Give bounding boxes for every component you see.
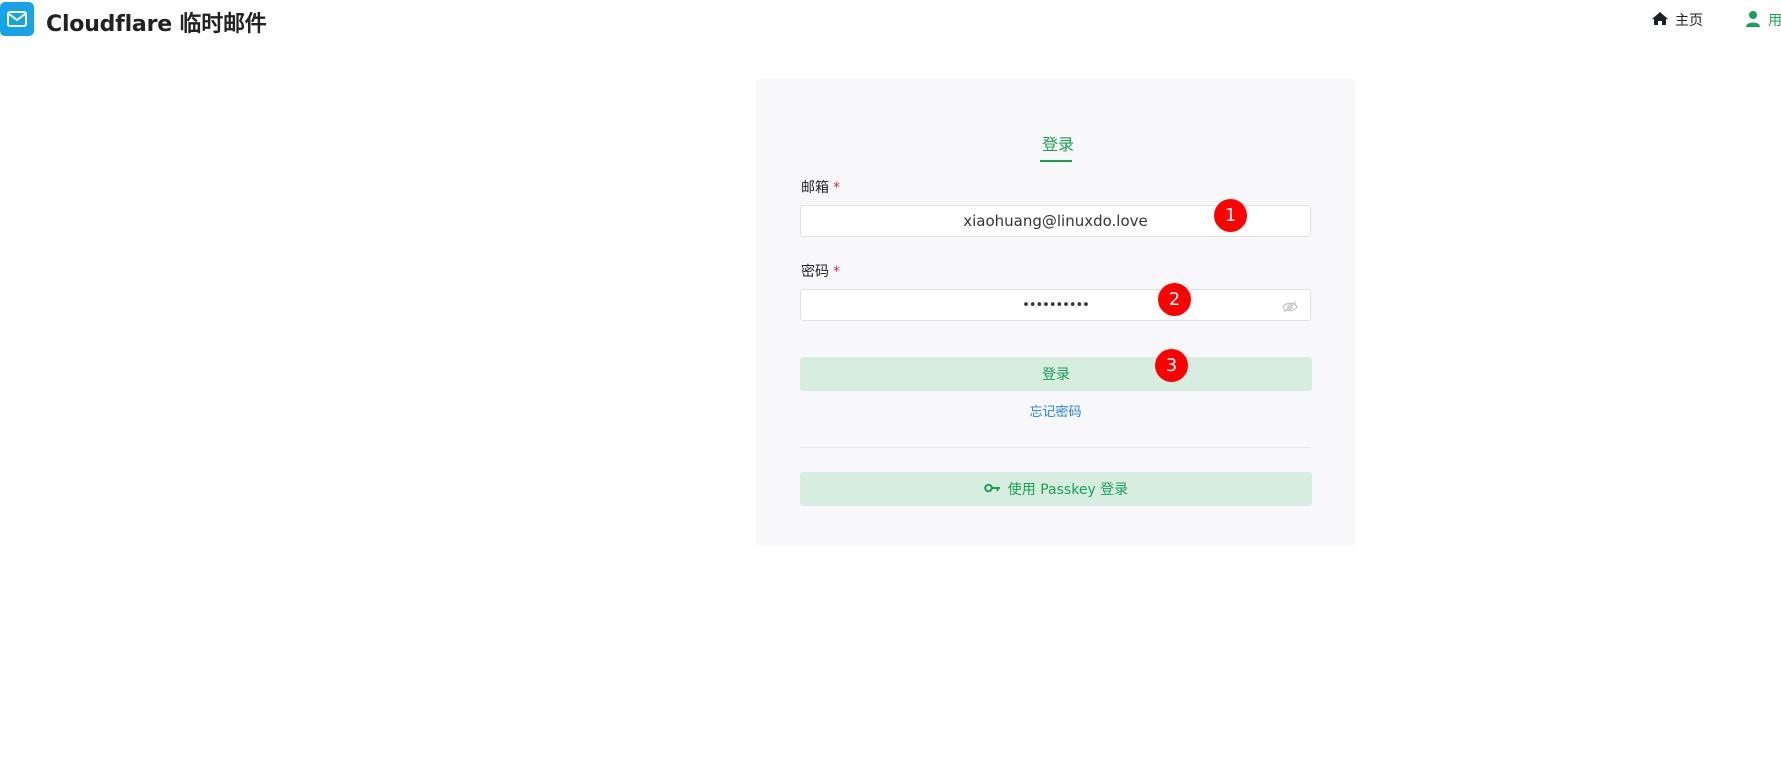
nav-home-label: 主页 [1675, 13, 1703, 29]
required-mark: * [833, 264, 840, 280]
login-button-label: 登录 [1042, 367, 1070, 383]
password-label-text: 密码 [801, 264, 829, 280]
top-header: Cloudflare 临时邮件 主页 用 [0, 0, 1781, 40]
step-badge-3: 3 [1155, 349, 1188, 382]
nav-home-link[interactable]: 主页 [1651, 10, 1703, 30]
mail-icon[interactable] [0, 2, 34, 36]
step-badge-1: 1 [1214, 199, 1247, 232]
page: Cloudflare 临时邮件 主页 用 登录 邮箱 * xiaohuang@l… [0, 0, 1781, 763]
email-value: xiaohuang@linuxdo.love [963, 212, 1148, 230]
eye-icon[interactable] [1282, 299, 1298, 317]
nav-user-link[interactable]: 用 [1745, 10, 1781, 30]
login-card: 登录 邮箱 * xiaohuang@linuxdo.love 密码 * ••••••… [756, 79, 1355, 546]
forgot-password-link[interactable]: 忘记密码 [756, 401, 1355, 420]
password-field[interactable]: •••••••••• [800, 289, 1311, 321]
passkey-login-button[interactable]: 使用 Passkey 登录 [800, 472, 1312, 506]
email-label: 邮箱 * [801, 177, 840, 197]
key-icon [983, 481, 1001, 497]
passkey-button-label: 使用 Passkey 登录 [1007, 482, 1129, 498]
tab-login[interactable]: 登录 [1040, 131, 1076, 155]
step-badge-2: 2 [1158, 283, 1191, 316]
password-value: •••••••••• [1022, 297, 1090, 313]
divider [800, 447, 1311, 448]
nav-user-label: 用 [1768, 13, 1781, 29]
required-mark: * [833, 180, 840, 196]
tab-active-indicator [1040, 160, 1072, 162]
email-label-text: 邮箱 [801, 180, 829, 196]
password-label: 密码 * [801, 261, 840, 281]
login-button[interactable]: 登录 [800, 357, 1312, 391]
app-title[interactable]: Cloudflare 临时邮件 [46, 6, 267, 38]
user-icon [1745, 10, 1761, 31]
home-icon [1651, 11, 1669, 30]
